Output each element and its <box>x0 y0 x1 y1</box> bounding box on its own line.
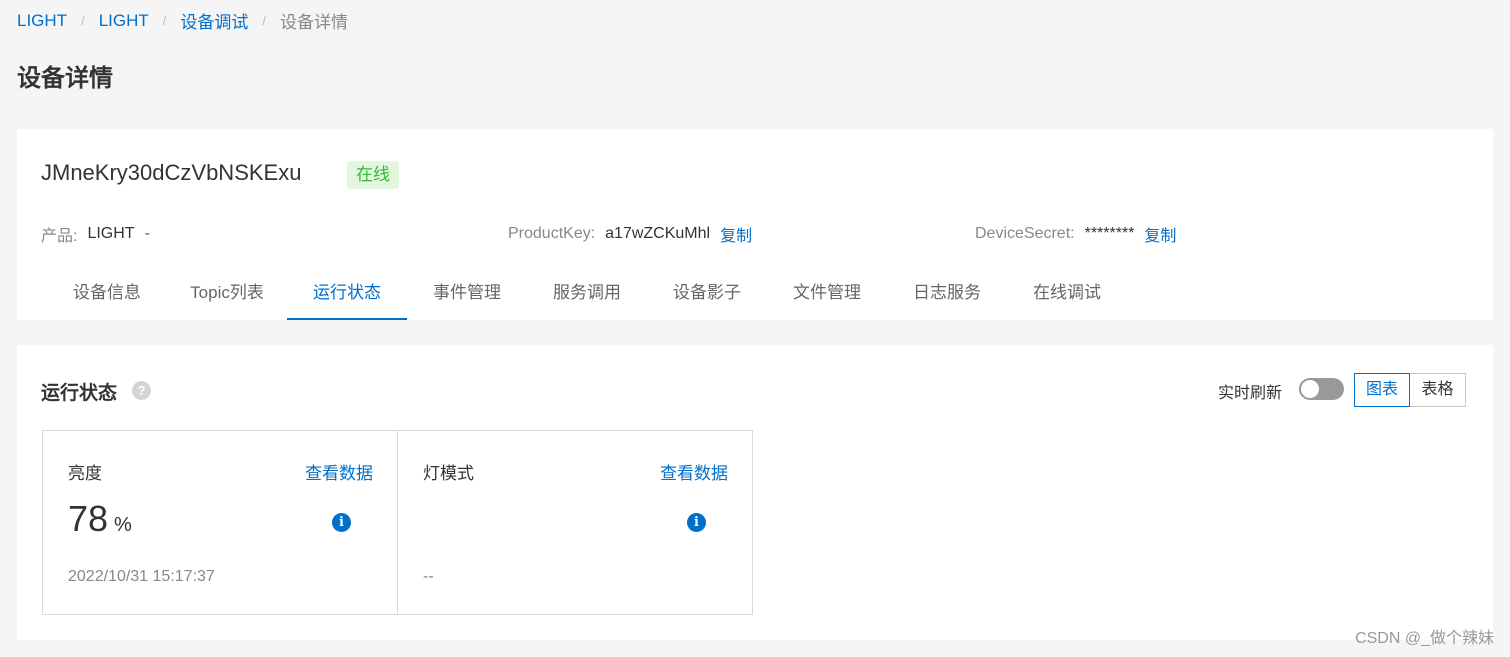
device-summary-card: JMneKry30dCzVbNSKExu 在线 产品: LIGHT - Prod… <box>17 129 1493 320</box>
info-icon[interactable]: i <box>332 513 351 532</box>
product-label: 产品: <box>41 228 78 245</box>
tab-device-shadow[interactable]: 设备影子 <box>647 268 767 320</box>
property-name: 灯模式 <box>423 464 474 483</box>
view-mode-switch: 图表 表格 <box>1354 373 1466 407</box>
breadcrumb: LIGHT / LIGHT / 设备调试 / 设备详情 <box>17 8 348 33</box>
product-key-value: a17wZCKuMhl <box>605 225 711 242</box>
info-icon[interactable]: i <box>687 513 706 532</box>
product-value: LIGHT <box>87 225 135 242</box>
tab-runtime-status[interactable]: 运行状态 <box>287 268 407 320</box>
copy-product-key-button[interactable]: 复制 <box>720 222 752 246</box>
breadcrumb-item-light-2[interactable]: LIGHT <box>99 11 149 31</box>
property-unit: % <box>114 514 132 536</box>
property-card-brightness: 亮度 查看数据 i 78% 2022/10/31 15:17:37 <box>42 430 398 615</box>
breadcrumb-separator: / <box>262 13 266 28</box>
device-secret-value: ******** <box>1084 225 1135 242</box>
status-badge: 在线 <box>347 161 399 189</box>
breadcrumb-item-light-1[interactable]: LIGHT <box>17 11 67 31</box>
runtime-status-card: 运行状态 ? 实时刷新 图表 表格 亮度 查看数据 i 78% 2022/10/… <box>17 345 1493 640</box>
product-link[interactable]: - <box>145 225 150 243</box>
product-meta: 产品: LIGHT - <box>41 222 150 246</box>
page-title: 设备详情 <box>17 65 113 92</box>
property-value: 78% <box>68 498 132 540</box>
copy-device-secret-button[interactable]: 复制 <box>1144 222 1176 246</box>
property-card-light-mode: 灯模式 查看数据 i -- <box>398 430 753 615</box>
property-value-number: 78 <box>68 498 109 539</box>
tab-log-service[interactable]: 日志服务 <box>887 268 1007 320</box>
product-key-meta: ProductKey: a17wZCKuMhl 复制 <box>508 222 752 246</box>
device-tabs: 设备信息 Topic列表 运行状态 事件管理 服务调用 设备影子 文件管理 日志… <box>47 268 1127 320</box>
view-data-link[interactable]: 查看数据 <box>305 459 373 484</box>
property-cards: 亮度 查看数据 i 78% 2022/10/31 15:17:37 灯模式 查看… <box>42 430 753 615</box>
breadcrumb-current: 设备详情 <box>280 13 348 32</box>
tab-event-management[interactable]: 事件管理 <box>407 268 527 320</box>
section-title: 运行状态 <box>41 383 118 404</box>
view-chart-button[interactable]: 图表 <box>1354 373 1410 407</box>
device-name: JMneKry30dCzVbNSKExu <box>41 160 302 185</box>
realtime-refresh-label: 实时刷新 <box>1218 385 1283 402</box>
property-timestamp: -- <box>423 568 434 585</box>
breadcrumb-separator: / <box>162 13 167 28</box>
tab-file-management[interactable]: 文件管理 <box>767 268 887 320</box>
breadcrumb-item-device-debug[interactable]: 设备调试 <box>180 8 248 33</box>
property-name: 亮度 <box>68 464 102 483</box>
tab-service-call[interactable]: 服务调用 <box>527 268 647 320</box>
watermark: CSDN @_做个辣妹 <box>1355 630 1494 647</box>
breadcrumb-separator: / <box>81 13 85 28</box>
device-secret-label: DeviceSecret: <box>975 225 1075 242</box>
product-key-label: ProductKey: <box>508 225 596 242</box>
device-secret-meta: DeviceSecret: ******** 复制 <box>975 222 1176 246</box>
tab-device-info[interactable]: 设备信息 <box>47 268 167 320</box>
view-data-link[interactable]: 查看数据 <box>660 459 728 484</box>
tab-topic-list[interactable]: Topic列表 <box>167 268 287 320</box>
help-icon[interactable]: ? <box>132 381 151 400</box>
toggle-knob <box>1301 380 1319 398</box>
property-timestamp: 2022/10/31 15:17:37 <box>68 568 215 585</box>
view-table-button[interactable]: 表格 <box>1410 373 1466 407</box>
realtime-refresh-toggle[interactable] <box>1299 378 1344 400</box>
tab-online-debug[interactable]: 在线调试 <box>1007 268 1127 320</box>
